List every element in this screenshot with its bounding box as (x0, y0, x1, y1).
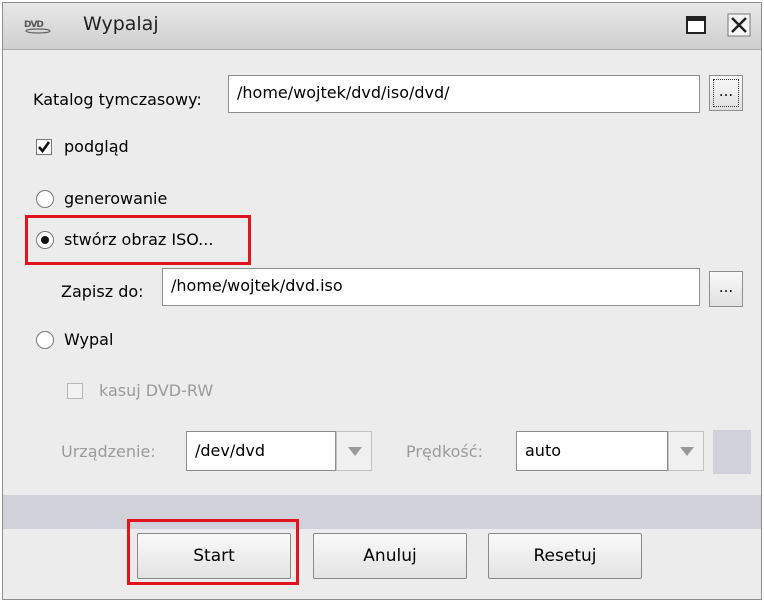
maximize-button[interactable] (684, 13, 708, 37)
temp-dir-browse-button[interactable]: ... (709, 75, 743, 111)
preview-label: podgląd (64, 137, 129, 156)
iso-radio[interactable] (36, 231, 54, 249)
device-combo[interactable]: /dev/dvd (186, 431, 336, 471)
erase-rw-checkbox[interactable] (67, 383, 83, 399)
temp-dir-label: Katalog tymczasowy: (33, 90, 202, 109)
checkmark-icon (38, 141, 51, 154)
temp-dir-field[interactable]: /home/wojtek/dvd/iso/dvd/ (228, 75, 700, 113)
chevron-down-icon (348, 447, 362, 456)
iso-label: stwórz obraz ISO... (64, 230, 214, 249)
burn-label: Wypal (64, 330, 114, 349)
burn-dialog: DVD Wypalaj Katalog tymczasowy: /home/wo… (2, 2, 762, 600)
title-bar[interactable]: DVD Wypalaj (3, 3, 761, 50)
close-button[interactable] (727, 13, 751, 37)
dvd-icon: DVD (23, 18, 53, 34)
speed-combo[interactable]: auto (516, 431, 668, 471)
reset-button[interactable]: Resetuj (488, 533, 642, 579)
burn-radio[interactable] (36, 331, 54, 349)
maximize-icon (686, 16, 706, 34)
speed-extra-panel (713, 430, 751, 474)
generate-radio[interactable] (36, 190, 54, 208)
save-to-label: Zapisz do: (61, 282, 144, 301)
device-dropdown-button[interactable] (336, 431, 372, 471)
save-to-field[interactable]: /home/wojtek/dvd.iso (162, 268, 700, 306)
device-label: Urządzenie: (61, 442, 156, 461)
speed-label: Prędkość: (406, 442, 483, 461)
window-title: Wypalaj (83, 13, 159, 35)
save-to-browse-button[interactable]: ... (709, 271, 743, 307)
cancel-button[interactable]: Anuluj (313, 533, 467, 579)
speed-dropdown-button[interactable] (668, 431, 704, 471)
close-icon (727, 13, 751, 37)
footer-band (3, 495, 761, 529)
generate-label: generowanie (64, 189, 168, 208)
preview-checkbox[interactable] (36, 139, 52, 155)
chevron-down-icon (680, 447, 694, 456)
start-button[interactable]: Start (137, 533, 291, 579)
erase-rw-label: kasuj DVD-RW (99, 381, 214, 400)
